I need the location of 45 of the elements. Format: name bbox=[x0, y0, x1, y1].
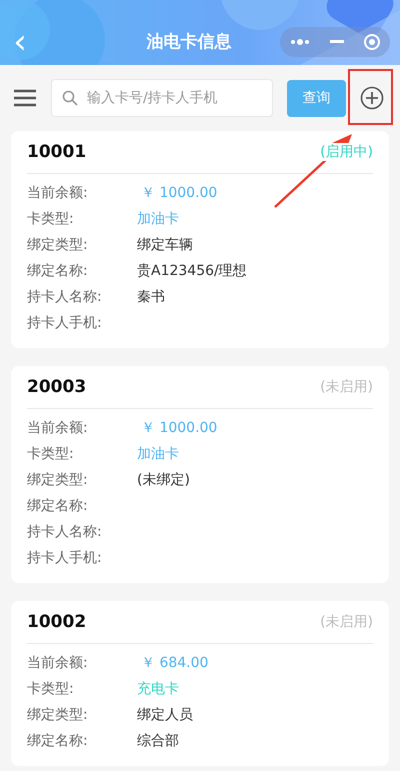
card-status: (未启用) bbox=[320, 613, 373, 631]
search-field[interactable]: 输入卡号/持卡人手机 bbox=[51, 79, 273, 117]
field-label: 绑定类型: bbox=[27, 706, 89, 724]
card-number: 10001 bbox=[27, 142, 86, 162]
field-label: 卡类型: bbox=[27, 680, 75, 698]
field-value: ￥ 1000.00 bbox=[141, 184, 218, 202]
field-value: ￥ 1000.00 bbox=[141, 419, 218, 437]
menu-icon[interactable] bbox=[14, 89, 36, 107]
field-label: 绑定名称: bbox=[27, 497, 89, 515]
field-value: 秦书 bbox=[137, 288, 165, 306]
field-label: 当前余额: bbox=[27, 419, 89, 437]
field-value: (未绑定) bbox=[137, 471, 190, 489]
card-number: 20003 bbox=[27, 377, 86, 397]
field-label: 持卡人手机: bbox=[27, 314, 103, 332]
field-label: 绑定名称: bbox=[27, 262, 89, 280]
highlight-box bbox=[348, 69, 393, 125]
field-label: 持卡人名称: bbox=[27, 288, 103, 306]
field-label: 当前余额: bbox=[27, 654, 89, 672]
field-label: 持卡人手机: bbox=[27, 549, 103, 567]
card-status: (未启用) bbox=[320, 378, 373, 396]
field-value: 贵A123456/理想 bbox=[137, 262, 247, 280]
field-value: 绑定车辆 bbox=[137, 236, 193, 254]
field-label: 持卡人名称: bbox=[27, 523, 103, 541]
field-label: 绑定名称: bbox=[27, 732, 89, 750]
field-label: 卡类型: bbox=[27, 210, 75, 228]
minimize-icon[interactable] bbox=[330, 40, 344, 44]
field-value: 加油卡 bbox=[137, 445, 179, 463]
page-title: 油电卡信息 bbox=[146, 31, 232, 53]
add-icon[interactable] bbox=[360, 86, 384, 110]
search-icon bbox=[62, 90, 78, 106]
field-value: ￥ 684.00 bbox=[141, 654, 208, 672]
field-label: 绑定类型: bbox=[27, 236, 89, 254]
field-label: 卡类型: bbox=[27, 445, 75, 463]
query-button[interactable]: 查询 bbox=[287, 80, 346, 116]
field-value: 充电卡 bbox=[137, 680, 179, 698]
card-status: (启用中) bbox=[320, 143, 373, 161]
field-label: 当前余额: bbox=[27, 184, 89, 202]
field-label: 绑定类型: bbox=[27, 471, 89, 489]
capsule-menu[interactable] bbox=[280, 26, 390, 56]
card-number: 10002 bbox=[27, 612, 86, 632]
close-icon[interactable] bbox=[362, 32, 381, 50]
field-value: 加油卡 bbox=[137, 210, 179, 228]
field-value: 绑定人员 bbox=[137, 706, 193, 724]
more-icon[interactable] bbox=[289, 38, 312, 46]
field-value: 综合部 bbox=[137, 732, 179, 750]
